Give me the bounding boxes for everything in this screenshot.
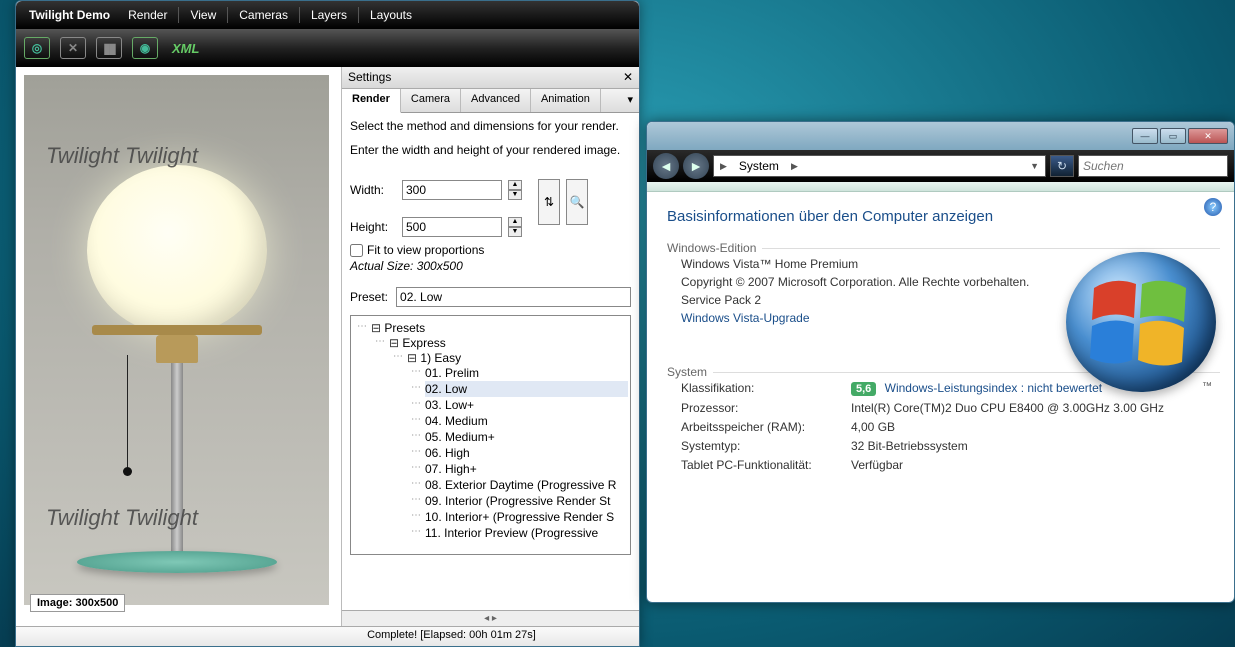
edition-heading: Windows-Edition bbox=[667, 241, 762, 255]
klass-key: Klassifikation: bbox=[681, 381, 851, 396]
width-label: Width: bbox=[350, 183, 396, 197]
tree-easy[interactable]: 1) Easy bbox=[407, 351, 461, 365]
minimize-button[interactable]: — bbox=[1132, 128, 1158, 144]
menu-layers[interactable]: Layers bbox=[302, 8, 356, 22]
close-icon[interactable]: ✕ bbox=[623, 70, 633, 85]
windows-logo: ™ bbox=[1066, 252, 1216, 392]
system-window: — ▭ ✕ ◄ ► ▶ System ▶ ▼ ↻ ? Basisinformat… bbox=[646, 121, 1235, 603]
preset-item[interactable]: 03. Low+ bbox=[425, 397, 628, 413]
system-heading: System bbox=[667, 365, 713, 379]
intro-text-1: Select the method and dimensions for you… bbox=[350, 119, 631, 133]
intro-text-2: Enter the width and height of your rende… bbox=[350, 143, 631, 157]
preset-item[interactable]: 08. Exterior Daytime (Progressive R bbox=[425, 477, 628, 493]
type-key: Systemtyp: bbox=[681, 439, 851, 453]
twilight-window: Twilight Demo Render View Cameras Layers… bbox=[15, 0, 640, 647]
preset-item[interactable]: 04. Medium bbox=[425, 413, 628, 429]
nav-fwd-icon[interactable]: ► bbox=[683, 153, 709, 179]
chevron-icon[interactable]: ▶ bbox=[714, 161, 733, 172]
search-input[interactable] bbox=[1078, 155, 1228, 177]
height-input[interactable] bbox=[402, 217, 502, 237]
image-size-label: Image: 300x500 bbox=[30, 594, 125, 612]
ram-key: Arbeitsspeicher (RAM): bbox=[681, 420, 851, 434]
disc-icon[interactable]: ◉ bbox=[132, 37, 158, 59]
preset-item[interactable]: 07. High+ bbox=[425, 461, 628, 477]
menubar: Twilight Demo Render View Cameras Layers… bbox=[16, 1, 639, 29]
preset-item[interactable]: 01. Prelim bbox=[425, 365, 628, 381]
camera-icon[interactable]: ◎ bbox=[24, 37, 50, 59]
preset-item[interactable]: 10. Interior+ (Progressive Render S bbox=[425, 509, 628, 525]
preset-item[interactable]: 09. Interior (Progressive Render St bbox=[425, 493, 628, 509]
maximize-button[interactable]: ▭ bbox=[1160, 128, 1186, 144]
tablet-value: Verfügbar bbox=[851, 458, 903, 472]
tabs-overflow-icon[interactable]: ▾ bbox=[621, 89, 639, 112]
menu-cameras[interactable]: Cameras bbox=[230, 8, 297, 22]
close-button[interactable]: ✕ bbox=[1188, 128, 1228, 144]
fit-checkbox[interactable] bbox=[350, 244, 363, 257]
app-title: Twilight Demo bbox=[20, 8, 119, 22]
preset-select[interactable] bbox=[396, 287, 631, 307]
tab-animation[interactable]: Animation bbox=[531, 89, 601, 112]
cancel-icon[interactable]: ✕ bbox=[60, 37, 86, 59]
tree-root[interactable]: Presets bbox=[371, 321, 425, 335]
breadcrumb[interactable]: ▶ System ▶ ▼ bbox=[713, 155, 1046, 177]
h-scrollbar[interactable]: ◂ ▸ bbox=[342, 610, 639, 626]
preset-item[interactable]: 06. High bbox=[425, 445, 628, 461]
preset-item[interactable]: 11. Interior Preview (Progressive bbox=[425, 525, 628, 541]
preset-tree[interactable]: Presets Express 1) Easy 01. Prelim02. Lo… bbox=[350, 315, 631, 555]
menu-view[interactable]: View bbox=[181, 8, 225, 22]
tab-render[interactable]: Render bbox=[342, 89, 401, 113]
tab-camera[interactable]: Camera bbox=[401, 89, 461, 112]
render-preview: Twilight Twilight Twilight Twilight bbox=[24, 75, 329, 605]
watermark: Twilight Twilight bbox=[46, 505, 198, 531]
preset-item[interactable]: 02. Low bbox=[425, 381, 628, 397]
settings-panel: Settings ✕ Render Camera Advanced Animat… bbox=[341, 67, 639, 626]
tablet-key: Tablet PC-Funktionalität: bbox=[681, 458, 851, 472]
pause-icon[interactable]: ▮▮ bbox=[96, 37, 122, 59]
settings-tabs: Render Camera Advanced Animation ▾ bbox=[342, 89, 639, 113]
height-spinner[interactable]: ▲▼ bbox=[508, 217, 522, 237]
refresh-icon[interactable]: ↻ bbox=[1050, 155, 1074, 177]
cpu-key: Prozessor: bbox=[681, 401, 851, 415]
breadcrumb-drop-icon[interactable]: ▼ bbox=[1024, 161, 1045, 171]
page-title: Basisinformationen über den Computer anz… bbox=[667, 208, 1220, 225]
titlebar[interactable]: — ▭ ✕ bbox=[647, 122, 1234, 150]
cpu-value: Intel(R) Core(TM)2 Duo CPU E8400 @ 3.00G… bbox=[851, 401, 1164, 415]
width-input[interactable] bbox=[402, 180, 502, 200]
ram-value: 4,00 GB bbox=[851, 420, 895, 434]
menu-render[interactable]: Render bbox=[119, 8, 176, 22]
tm-mark: ™ bbox=[1202, 381, 1212, 392]
command-bar bbox=[647, 182, 1234, 192]
preset-item[interactable]: 05. Medium+ bbox=[425, 429, 628, 445]
nav-back-icon[interactable]: ◄ bbox=[653, 153, 679, 179]
fit-label: Fit to view proportions bbox=[367, 243, 484, 257]
type-value: 32 Bit-Betriebssystem bbox=[851, 439, 968, 453]
zoom-icon[interactable]: 🔍 bbox=[566, 179, 588, 225]
link-icon[interactable]: ⇅ bbox=[538, 179, 560, 225]
tree-express[interactable]: Express bbox=[389, 336, 446, 350]
tab-advanced[interactable]: Advanced bbox=[461, 89, 531, 112]
nav-bar: ◄ ► ▶ System ▶ ▼ ↻ bbox=[647, 150, 1234, 182]
toolbar: ◎ ✕ ▮▮ ◉ XML bbox=[16, 29, 639, 67]
menu-layouts[interactable]: Layouts bbox=[361, 8, 421, 22]
status-text: Complete! [Elapsed: 00h 01m 27s] bbox=[367, 629, 536, 641]
chevron-icon[interactable]: ▶ bbox=[785, 161, 804, 172]
rating-badge: 5,6 bbox=[851, 382, 876, 396]
help-icon[interactable]: ? bbox=[1204, 198, 1222, 216]
xml-button[interactable]: XML bbox=[168, 37, 203, 59]
actual-size: Actual Size: 300x500 bbox=[350, 259, 631, 273]
preview-pane: Twilight Twilight Twilight Twilight Imag… bbox=[16, 67, 341, 626]
preset-label: Preset: bbox=[350, 290, 388, 304]
settings-title: Settings bbox=[348, 70, 391, 85]
breadcrumb-system[interactable]: System bbox=[733, 159, 785, 173]
width-spinner[interactable]: ▲▼ bbox=[508, 180, 522, 200]
watermark: Twilight Twilight bbox=[46, 143, 198, 169]
status-bar: Complete! [Elapsed: 00h 01m 27s] bbox=[16, 626, 639, 646]
height-label: Height: bbox=[350, 220, 396, 234]
